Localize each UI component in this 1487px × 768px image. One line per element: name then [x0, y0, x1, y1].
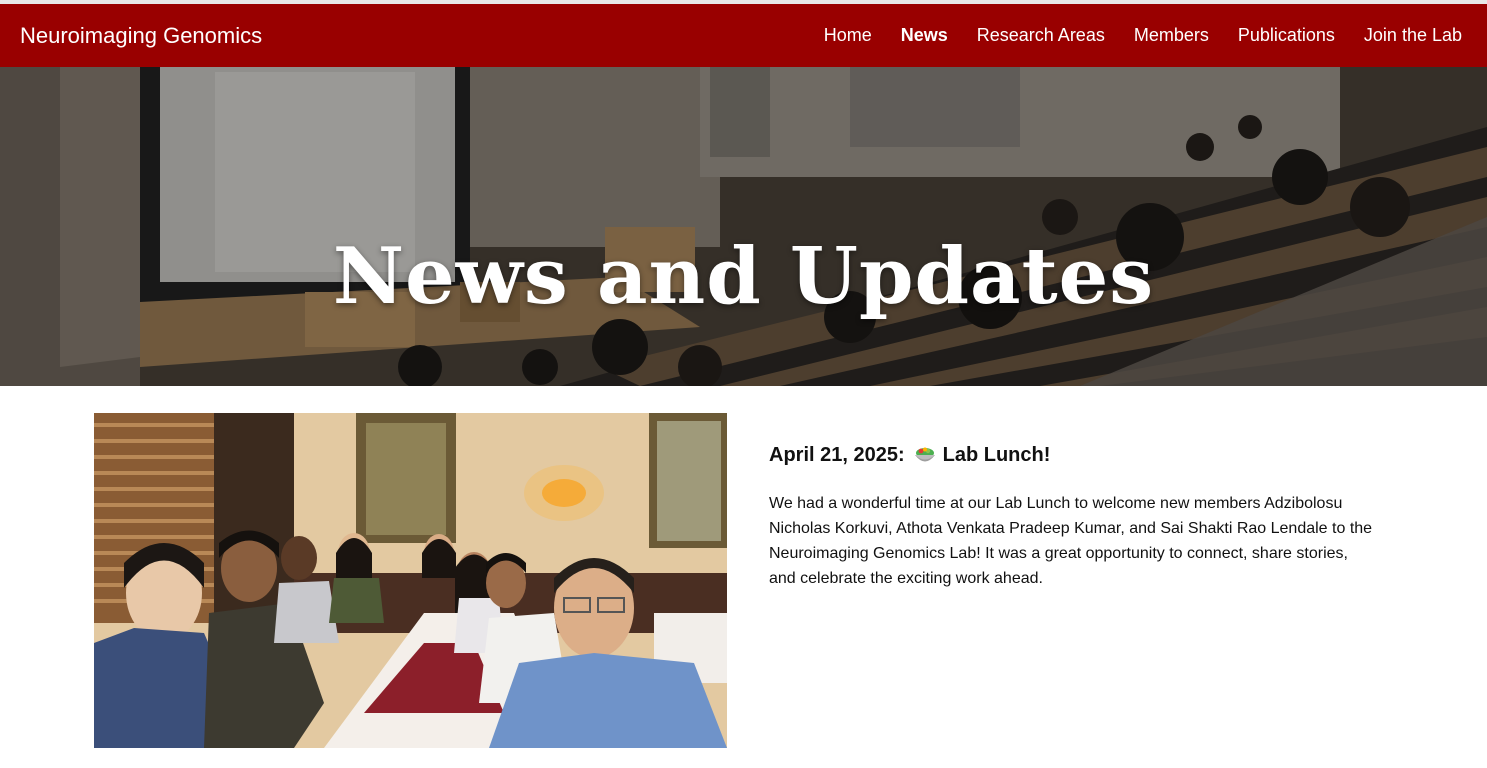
- nav-link-research-areas[interactable]: Research Areas: [977, 25, 1105, 46]
- hero-title: News and Updates: [332, 231, 1155, 323]
- nav-link-publications[interactable]: Publications: [1238, 25, 1335, 46]
- top-navbar: Neuroimaging Genomics Home News Research…: [0, 4, 1487, 67]
- nav-links: Home News Research Areas Members Publica…: [795, 25, 1462, 46]
- lecture-hall-image: [0, 67, 1487, 386]
- lab-lunch-photo: [94, 413, 727, 748]
- nav-link-join-the-lab[interactable]: Join the Lab: [1364, 25, 1462, 46]
- post-date: April 21, 2025:: [769, 444, 905, 466]
- nav-link-home[interactable]: Home: [824, 25, 872, 46]
- post-title-text: Lab Lunch!: [942, 444, 1051, 466]
- news-post: April 21, 2025: Lab Lunch! We had a wond…: [769, 444, 1379, 591]
- post-title: April 21, 2025: Lab Lunch!: [769, 444, 1379, 467]
- nav-link-news[interactable]: News: [901, 25, 948, 46]
- nav-link-members[interactable]: Members: [1134, 25, 1209, 46]
- post-body: We had a wonderful time at our Lab Lunch…: [769, 495, 1373, 587]
- salad-bowl-icon: [913, 446, 937, 466]
- hero-banner: News and Updates: [0, 67, 1487, 386]
- site-brand-link[interactable]: Neuroimaging Genomics: [20, 23, 262, 49]
